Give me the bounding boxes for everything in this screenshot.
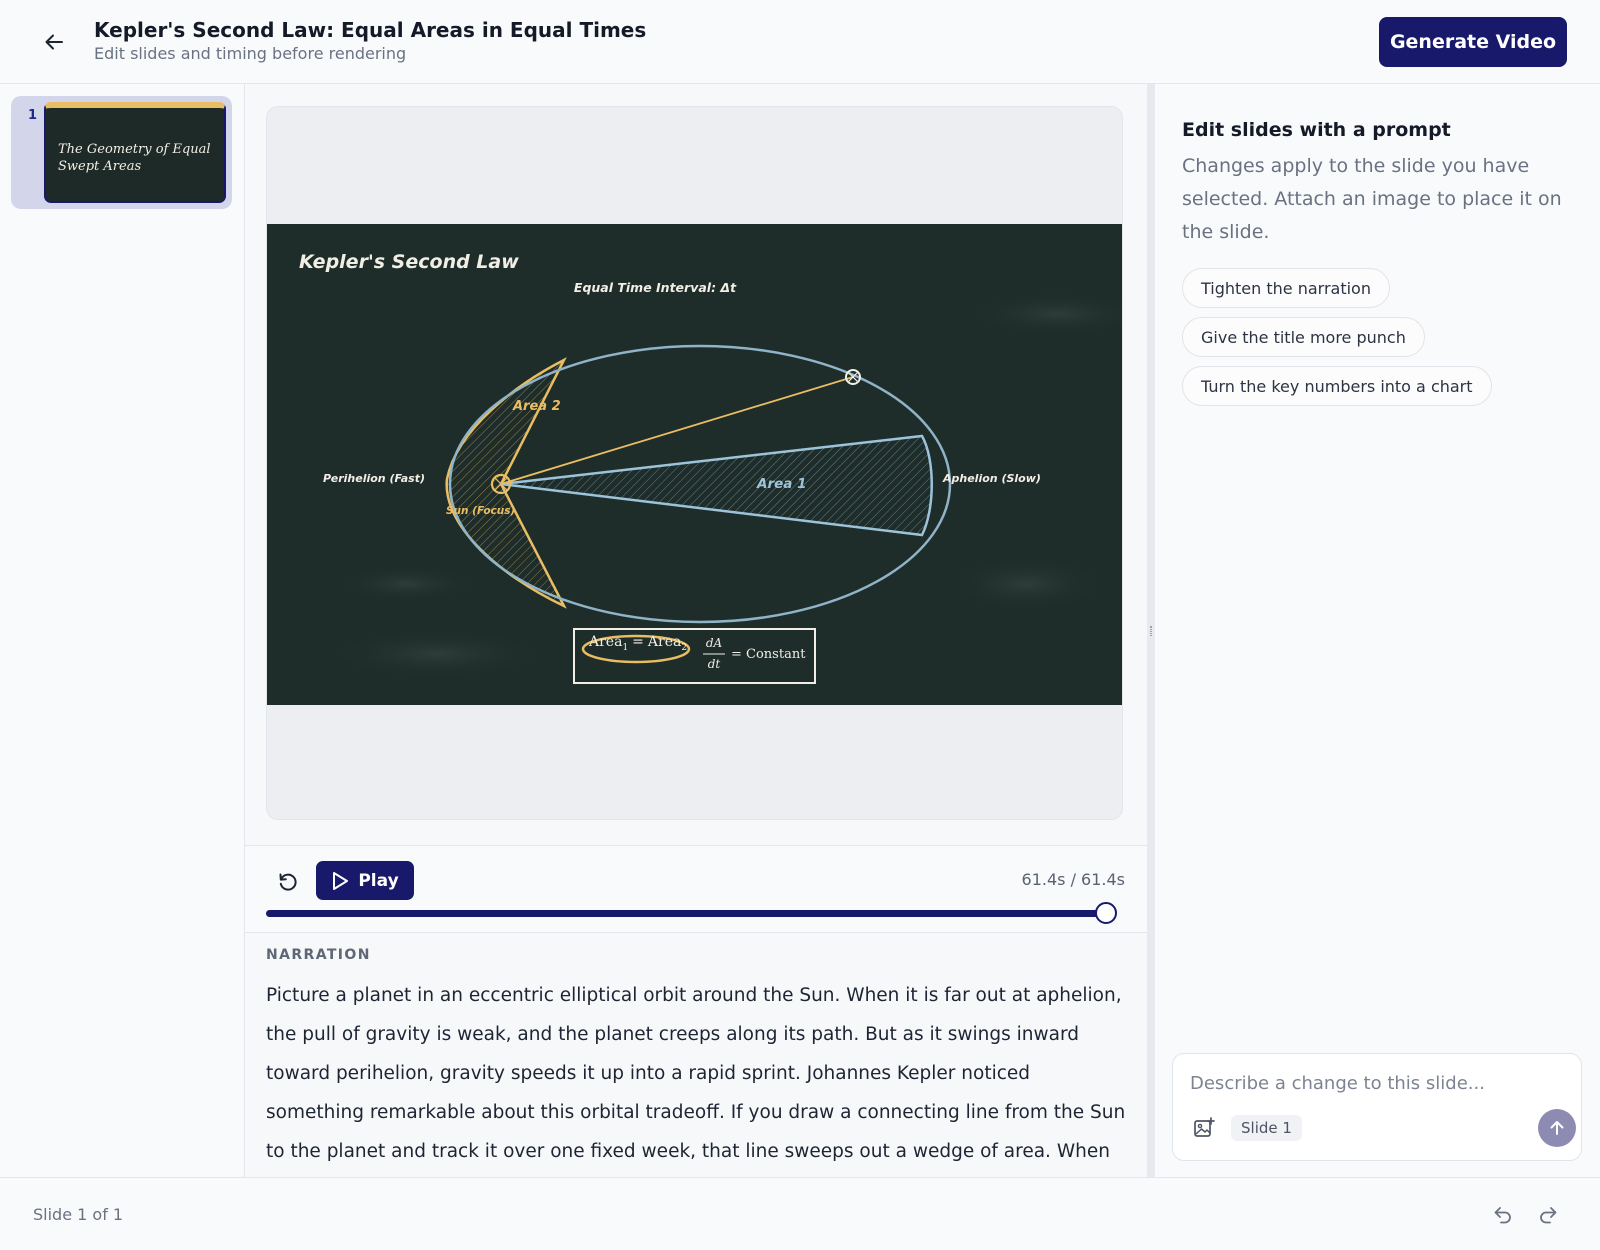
slide-context-pill: Slide 1 [1231,1115,1302,1141]
slide-preview: Kepler's Second Law Equal Time Interval:… [266,106,1123,820]
restart-button[interactable] [272,866,304,898]
prompt-panel-title: Edit slides with a prompt [1182,119,1451,141]
grip-icon [1150,626,1152,636]
slide-thumbnail-image: The Geometry of Equal Swept Areas [44,102,226,203]
undo-icon [1494,1207,1511,1224]
playback-controls: Play 61.4s / 61.4s [245,845,1147,933]
chalk-smudge [337,566,477,602]
rate-denominator: dt [708,657,721,671]
suggestion-chip-title-punch[interactable]: Give the title more punch [1182,317,1425,357]
slide-editor: Kepler's Second Law Equal Time Interval:… [245,84,1147,1177]
slide-thumbnail-title: The Geometry of Equal Swept Areas [58,142,211,174]
sun-label: Sun (Focus) [446,505,515,517]
suggestion-chip-tighten-narration[interactable]: Tighten the narration [1182,268,1390,308]
equation-equals: = [632,634,644,650]
slide-list: 1 The Geometry of Equal Swept Areas [0,84,245,1177]
perihelion-label: Perihelion (Fast) [323,472,425,485]
equation-sub-2: 2 [681,643,687,653]
attach-image-button[interactable] [1190,1114,1218,1142]
slide-number: 1 [28,108,38,123]
prompt-panel-description: Changes apply to the slide you have sele… [1182,155,1562,243]
send-button[interactable] [1538,1109,1576,1147]
redo-button[interactable] [1534,1200,1562,1228]
panel-resize-handle[interactable] [1147,84,1155,1177]
prompt-input[interactable] [1190,1068,1560,1098]
progress-fill [266,910,1116,917]
chalk-smudge [947,556,1107,612]
undo-button[interactable] [1489,1200,1517,1228]
aphelion-label: Aphelion (Slow) [942,472,1041,485]
orbit-diagram: Kepler's Second Law Equal Time Interval:… [267,224,1122,705]
generate-video-button[interactable]: Generate Video [1379,17,1567,67]
progress-bar[interactable] [266,902,1117,924]
progress-handle[interactable] [1095,902,1117,924]
image-add-icon [1194,1117,1215,1137]
equation-sub-1: 1 [622,643,628,653]
prompt-panel: Edit slides with a prompt Changes apply … [1155,84,1600,1177]
play-button[interactable]: Play [316,861,414,900]
suggestion-chip-numbers-chart[interactable]: Turn the key numbers into a chart [1182,366,1492,406]
slide-title: Kepler's Second Law [299,251,519,273]
page-title: Kepler's Second Law: Equal Areas in Equa… [94,18,647,42]
area-1-label: Area 1 [756,476,806,492]
play-icon [333,871,349,890]
arrow-up-icon [1550,1121,1564,1135]
area-2-label: Area 2 [512,399,561,414]
restart-icon [279,873,297,891]
time-readout: 61.4s / 61.4s [1021,870,1125,889]
slide-count: Slide 1 of 1 [33,1205,124,1224]
arrow-left-icon [45,34,63,50]
slide-thumbnail-1[interactable]: 1 The Geometry of Equal Swept Areas [11,96,232,209]
narration-label: NARRATION [266,947,371,963]
page-subtitle: Edit slides and timing before rendering [94,44,407,63]
play-label: Play [358,870,399,891]
interval-label: Equal Time Interval: Δt [574,280,737,295]
chalk-smudge [327,629,547,679]
prompt-composer: Slide 1 [1172,1053,1582,1161]
bottom-bar: Slide 1 of 1 [0,1177,1600,1250]
equation-area-2: Area [647,634,681,650]
rate-rhs: = Constant [731,647,806,662]
equation-area-1: Area [588,634,622,650]
slide-canvas: Kepler's Second Law Equal Time Interval:… [267,224,1122,705]
back-button[interactable] [38,26,70,58]
top-bar: Kepler's Second Law: Equal Areas in Equa… [0,0,1600,84]
redo-icon [1540,1207,1557,1224]
narration-text[interactable]: Picture a planet in an eccentric ellipti… [266,976,1126,1176]
rate-numerator: dA [706,636,723,650]
